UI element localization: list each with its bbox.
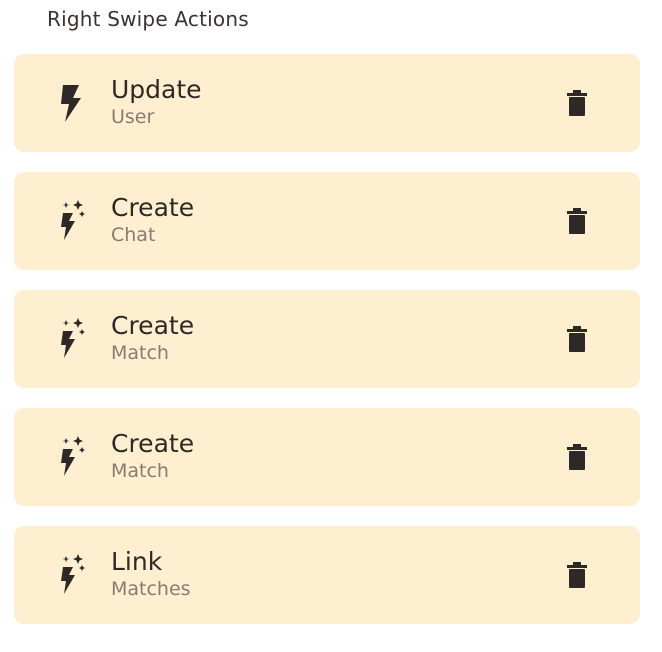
right-swipe-actions-panel: Right Swipe Actions Update User Create C… (0, 0, 662, 652)
action-text: Link Matches (111, 546, 191, 600)
action-subtitle: Chat (111, 224, 156, 246)
bolt-sparkle-icon (56, 436, 88, 478)
action-label: Create (111, 193, 195, 222)
bolt-icon (56, 82, 88, 124)
action-text: Update User (111, 74, 202, 128)
trash-icon (567, 444, 587, 470)
action-item-link-matches[interactable]: Link Matches (14, 526, 640, 624)
trash-icon (567, 90, 587, 116)
action-label: Update (111, 75, 202, 104)
action-subtitle: Match (111, 460, 169, 482)
action-item-create-match[interactable]: Create Match (14, 290, 640, 388)
delete-button[interactable] (562, 559, 592, 591)
action-label: Link (111, 547, 163, 576)
trash-icon (567, 326, 587, 352)
bolt-sparkle-icon (56, 200, 88, 242)
action-text: Create Chat (111, 192, 194, 246)
action-list: Update User Create Chat Create Match Cre… (14, 54, 640, 644)
delete-button[interactable] (562, 87, 592, 119)
action-subtitle: Match (111, 342, 169, 364)
delete-button[interactable] (562, 441, 592, 473)
delete-button[interactable] (562, 323, 592, 355)
trash-icon (567, 562, 587, 588)
action-text: Create Match (111, 428, 194, 482)
action-label: Create (111, 429, 195, 458)
section-title: Right Swipe Actions (47, 7, 249, 31)
action-subtitle: Matches (111, 578, 191, 600)
bolt-sparkle-icon (56, 554, 88, 596)
bolt-sparkle-icon (56, 318, 88, 360)
action-subtitle: User (111, 106, 155, 128)
action-label: Create (111, 311, 195, 340)
action-item-update-user[interactable]: Update User (14, 54, 640, 152)
trash-icon (567, 208, 587, 234)
action-text: Create Match (111, 310, 194, 364)
delete-button[interactable] (562, 205, 592, 237)
action-item-create-chat[interactable]: Create Chat (14, 172, 640, 270)
action-item-create-match[interactable]: Create Match (14, 408, 640, 506)
